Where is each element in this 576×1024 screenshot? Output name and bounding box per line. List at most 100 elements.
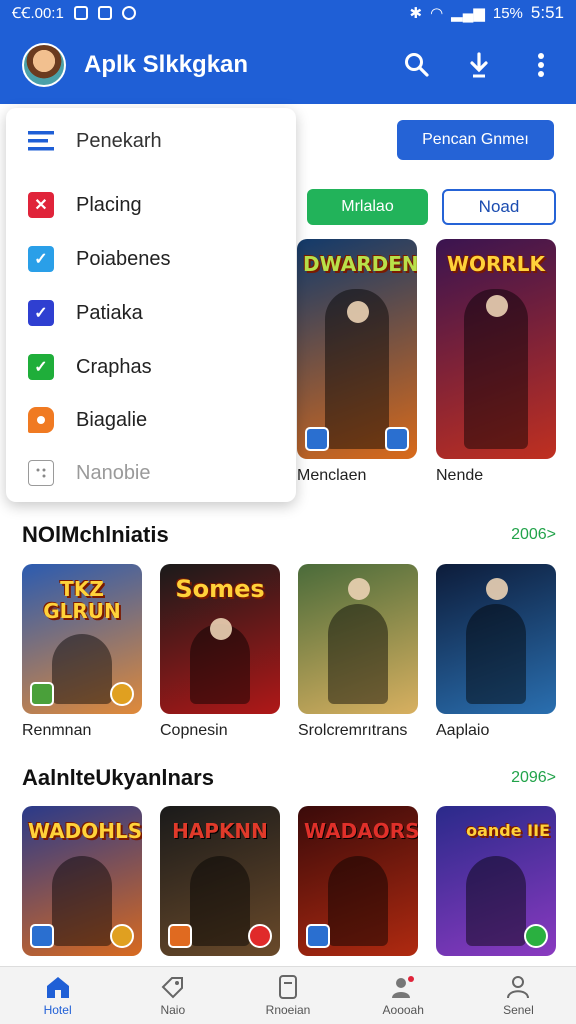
game-thumbnail[interactable] xyxy=(436,564,556,714)
wifi-icon: ◠ xyxy=(430,5,444,22)
app-bar: Aplk Slkkgkan xyxy=(0,26,576,104)
menu-item-poiabenes[interactable]: ✓ Poiabenes xyxy=(28,246,171,272)
game-thumbnail[interactable]: Somes xyxy=(160,564,280,714)
notification-icon xyxy=(73,6,88,20)
app-title: Aplk Slkkgkan xyxy=(84,51,249,78)
menu-item-biagalie[interactable]: Biagalie xyxy=(28,407,147,433)
game-thumbnail[interactable]: WORRLK xyxy=(436,239,556,459)
game-card[interactable]: DWARDEN Menclaen xyxy=(297,239,417,485)
nav-item-profile[interactable]: Senel xyxy=(461,967,576,1024)
person-icon xyxy=(507,975,530,998)
menu-item-nanobie[interactable]: Nanobie xyxy=(28,460,151,486)
game-badge-icon xyxy=(305,427,329,451)
character-figure xyxy=(466,856,526,946)
nav-label: Hotel xyxy=(43,1002,72,1017)
more-options-icon[interactable] xyxy=(528,52,554,78)
character-figure xyxy=(52,856,112,946)
game-thumbnail[interactable]: WADAORS xyxy=(298,806,418,956)
game-badge-icon xyxy=(168,924,192,948)
document-icon xyxy=(279,974,297,999)
character-head xyxy=(348,578,370,600)
download-icon[interactable] xyxy=(466,52,492,78)
game-title-art: TKZ GLRUN xyxy=(43,577,121,623)
filter-chip-green[interactable]: Mrlalao xyxy=(307,189,428,225)
nav-item-tag[interactable]: Naio xyxy=(115,967,230,1024)
game-thumbnail[interactable]: oande IIE xyxy=(436,806,556,956)
avatar[interactable] xyxy=(22,43,66,87)
menu-item-label: Placing xyxy=(76,193,142,216)
game-badge-icon xyxy=(110,682,134,706)
character-figure xyxy=(328,856,388,946)
location-icon xyxy=(121,6,136,20)
game-card[interactable]: HAPKNN xyxy=(160,806,280,956)
game-card[interactable]: Aaplaio xyxy=(436,564,556,740)
dropdown-menu: Penekarh ✕ Placing ✓ Poiabenes ✓ Patiaka… xyxy=(6,108,296,502)
character-figure xyxy=(466,604,526,704)
character-figure xyxy=(190,856,250,946)
game-thumbnail[interactable]: WADOHLS xyxy=(22,806,142,956)
menu-item-label: Nanobie xyxy=(76,461,151,484)
game-title-art: HAPKNN xyxy=(172,819,268,843)
game-thumbnail[interactable]: DWARDEN xyxy=(297,239,417,459)
game-badge-icon xyxy=(110,924,134,948)
app-notification-icon xyxy=(97,6,112,20)
game-title-art: oande IIE xyxy=(466,821,550,840)
menu-item-craphas[interactable]: ✓ Craphas xyxy=(28,354,152,380)
game-label: Renmnan xyxy=(22,722,92,739)
game-title-art: WORRLK xyxy=(446,252,546,276)
home-icon xyxy=(46,976,69,998)
character-head xyxy=(347,301,369,323)
checkbox-checked-icon: ✓ xyxy=(28,246,54,272)
section-title: AalnlteUkyanlnars xyxy=(22,765,214,790)
character-head xyxy=(486,578,508,600)
nav-label: Aoooah xyxy=(382,1002,424,1017)
character-figure xyxy=(52,634,112,704)
people-icon xyxy=(392,975,415,998)
see-more-link[interactable]: 2096> xyxy=(511,769,556,787)
see-more-link[interactable]: 2006> xyxy=(511,526,556,544)
game-label: Aaplaio xyxy=(436,722,490,739)
game-card[interactable]: Somes Copnesin xyxy=(160,564,280,740)
game-badge-icon xyxy=(30,682,54,706)
bluetooth-icon: ✱ xyxy=(409,5,423,22)
game-thumbnail[interactable]: HAPKNN xyxy=(160,806,280,956)
menu-header[interactable]: Penekarh xyxy=(28,128,162,154)
game-label: Menclaen xyxy=(297,467,367,484)
game-title-art: WADOHLS xyxy=(28,819,142,843)
filter-chip-outline[interactable]: Noad xyxy=(442,189,556,225)
character-head xyxy=(210,618,232,640)
game-title-art: WADAORS xyxy=(304,819,418,843)
game-badge-icon xyxy=(524,924,548,948)
menu-item-label: Poiabenes xyxy=(76,247,171,270)
close-checkbox-icon: ✕ xyxy=(28,192,54,218)
search-icon[interactable] xyxy=(404,52,430,78)
menu-item-label: Patiaka xyxy=(76,301,143,324)
nav-item-people[interactable]: Aoooah xyxy=(346,967,461,1024)
game-badge-icon xyxy=(306,924,330,948)
menu-item-placing[interactable]: ✕ Placing xyxy=(28,192,142,218)
menu-item-label: Craphas xyxy=(76,355,152,378)
menu-icon xyxy=(28,131,54,151)
game-card[interactable]: WORRLK Nende xyxy=(436,239,556,485)
game-card[interactable]: WADOHLS xyxy=(22,806,142,956)
game-card[interactable]: Srolcremrıtrans xyxy=(298,564,418,740)
checkbox-checked-icon: ✓ xyxy=(28,300,54,326)
menu-header-label: Penekarh xyxy=(76,129,162,152)
nav-label: Rnoeian xyxy=(265,1002,311,1017)
section-title: NOlMchlniatis xyxy=(22,522,169,547)
primary-action-button[interactable]: Pencan Gnmeı xyxy=(397,120,554,160)
game-card[interactable]: oande IIE xyxy=(436,806,556,956)
signal-icon: ▂▄▆ xyxy=(451,5,485,22)
game-title-art: Somes xyxy=(175,575,265,603)
bottom-navigation: Hotel Naio Rnoeian Aoooah Senel xyxy=(0,966,576,1024)
game-card[interactable]: TKZ GLRUN Renmnan xyxy=(22,564,142,740)
status-time: 5:51 xyxy=(530,3,564,22)
game-thumbnail[interactable] xyxy=(298,564,418,714)
nav-item-home[interactable]: Hotel xyxy=(0,967,115,1024)
game-card[interactable]: WADAORS xyxy=(298,806,418,956)
tag-icon xyxy=(161,976,183,998)
menu-item-patiaka[interactable]: ✓ Patiaka xyxy=(28,300,143,326)
nav-item-document[interactable]: Rnoeian xyxy=(230,967,345,1024)
character-figure xyxy=(328,604,388,704)
game-thumbnail[interactable]: TKZ GLRUN xyxy=(22,564,142,714)
